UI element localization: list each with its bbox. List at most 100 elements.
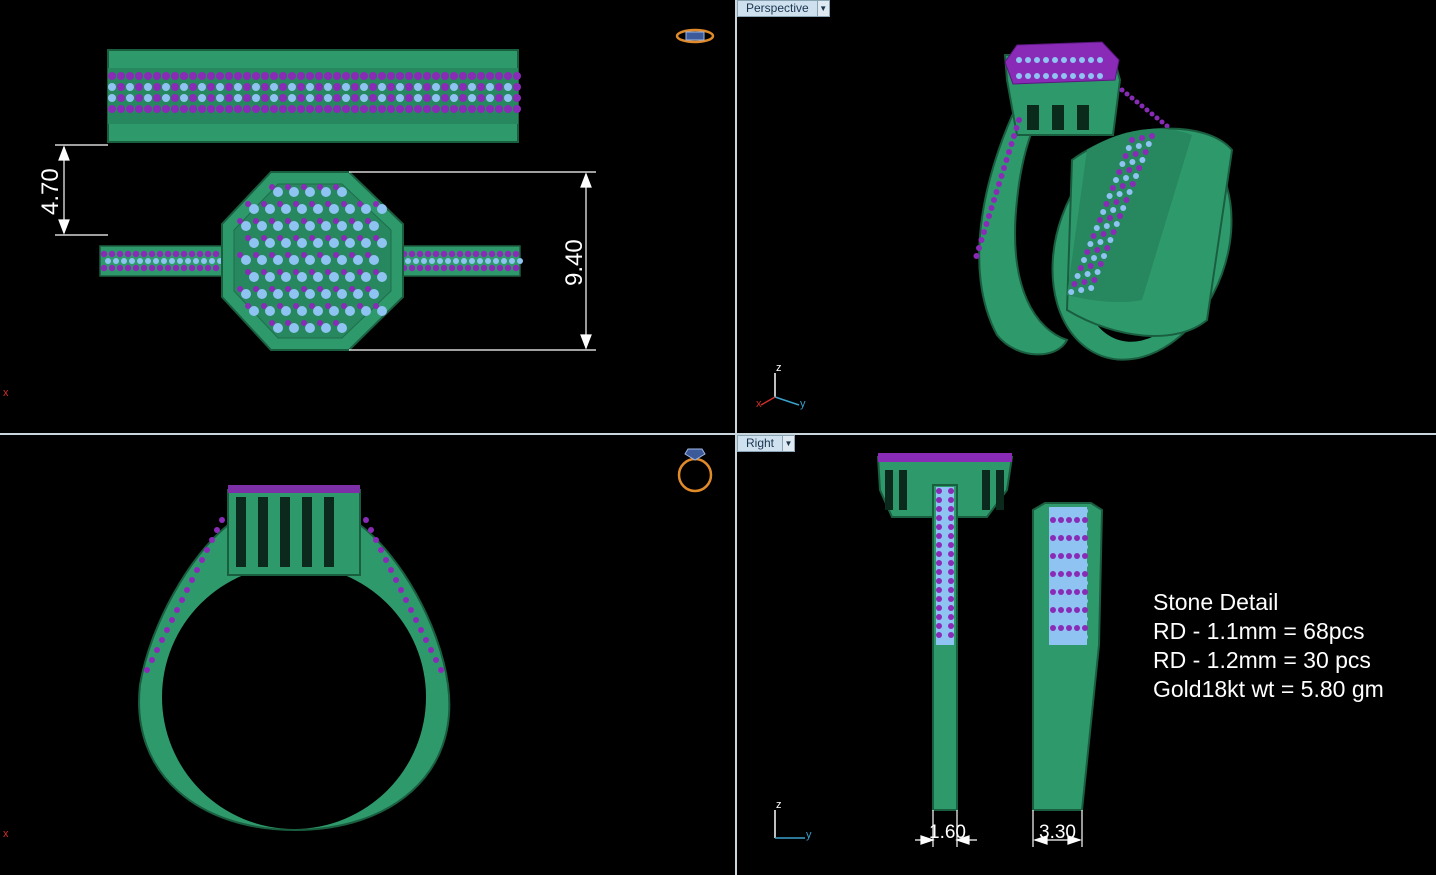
stone <box>360 94 368 102</box>
stone-detail-line-1: RD - 1.1mm = 68pcs <box>1153 618 1365 644</box>
stone <box>1079 73 1085 79</box>
stone <box>432 94 440 102</box>
stone <box>936 569 942 575</box>
stone <box>285 218 291 224</box>
stone <box>196 250 204 258</box>
stone <box>369 72 377 80</box>
stone <box>512 264 520 272</box>
front-viewport[interactable]: x <box>0 435 735 875</box>
stone <box>100 250 108 258</box>
stone <box>234 83 242 91</box>
stone <box>1074 598 1080 604</box>
stone <box>1050 526 1056 532</box>
stone <box>1016 57 1022 63</box>
stone <box>252 83 260 91</box>
stone <box>108 72 116 80</box>
stone <box>1050 535 1056 541</box>
stone <box>1119 161 1126 167</box>
stone <box>198 72 206 80</box>
stone <box>1081 279 1088 285</box>
stone <box>1058 508 1064 514</box>
stone <box>1025 57 1031 63</box>
stone <box>325 235 331 241</box>
stone <box>464 264 472 272</box>
stone <box>1058 526 1064 532</box>
stone <box>450 72 458 80</box>
stone <box>1082 562 1088 568</box>
stone <box>387 105 395 113</box>
stone <box>306 72 314 80</box>
stone <box>1008 141 1015 147</box>
stone <box>461 258 467 264</box>
stone <box>408 264 416 272</box>
stone <box>1058 571 1064 577</box>
perspective-viewport[interactable]: Perspective ▼ z y x <box>737 0 1436 433</box>
stone <box>1116 191 1123 197</box>
stone <box>194 567 200 573</box>
stone <box>1050 517 1056 523</box>
stone-detail-line-3: Gold18kt wt = 5.80 gm <box>1153 676 1384 702</box>
axis-x-label: x <box>756 398 762 410</box>
stone <box>396 94 404 102</box>
stone <box>1068 289 1075 295</box>
stone <box>1149 111 1155 117</box>
vertical-divider[interactable] <box>735 0 737 875</box>
stone <box>1116 169 1123 175</box>
stone <box>140 250 148 258</box>
stone <box>209 258 215 264</box>
stone <box>432 105 440 113</box>
stone <box>162 94 170 102</box>
horizontal-divider[interactable] <box>0 433 1436 435</box>
stone <box>495 83 503 91</box>
stone <box>1088 57 1094 63</box>
stone <box>189 94 197 102</box>
stone <box>1058 553 1064 559</box>
stone <box>144 667 150 673</box>
stone <box>1082 508 1088 514</box>
stone <box>986 213 992 219</box>
stone <box>234 72 242 80</box>
stone <box>1016 49 1022 55</box>
stone <box>1129 181 1136 187</box>
stone <box>216 105 224 113</box>
stone <box>219 517 225 523</box>
stone <box>991 197 997 203</box>
stone <box>1084 249 1091 255</box>
stone <box>156 250 164 258</box>
stone <box>156 264 164 272</box>
stone <box>196 264 204 272</box>
stone <box>517 258 523 264</box>
stone <box>261 269 267 275</box>
stone <box>421 258 427 264</box>
stone <box>225 72 233 80</box>
stone <box>169 258 175 264</box>
stone <box>301 184 307 190</box>
top-viewport[interactable]: 4.70 9.40 x <box>0 0 735 433</box>
stone <box>495 72 503 80</box>
stone <box>108 83 116 91</box>
stone <box>1082 634 1088 640</box>
stone <box>237 252 243 258</box>
stone <box>369 83 377 91</box>
stone <box>185 258 191 264</box>
stone <box>948 605 954 611</box>
ring-front-icon[interactable] <box>674 443 716 495</box>
ring-top-icon[interactable] <box>674 25 716 47</box>
axis-z-label: z <box>776 799 782 811</box>
stone <box>936 614 942 620</box>
stone <box>948 614 954 620</box>
stone <box>445 258 451 264</box>
stone <box>1050 616 1056 622</box>
stone <box>237 218 243 224</box>
stone <box>117 83 125 91</box>
stone <box>153 72 161 80</box>
stone <box>456 264 464 272</box>
stone <box>387 83 395 91</box>
stone <box>998 173 1005 179</box>
stone <box>293 303 299 309</box>
stone <box>1119 183 1126 189</box>
stone <box>342 83 350 91</box>
stone <box>936 506 942 512</box>
stone <box>408 607 414 613</box>
stone <box>189 577 195 583</box>
